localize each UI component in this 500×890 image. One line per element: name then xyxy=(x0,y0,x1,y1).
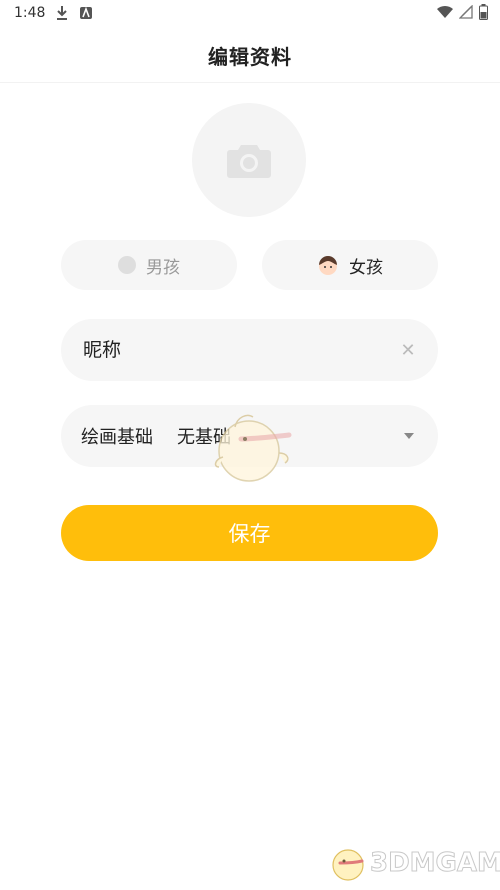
mascot-watermark-icon xyxy=(214,414,292,482)
girl-avatar-icon xyxy=(319,256,337,275)
battery-icon xyxy=(479,4,488,20)
clear-icon[interactable]: ✕ xyxy=(398,340,418,361)
dropdown-icon[interactable] xyxy=(404,433,414,439)
status-time: 1:48 xyxy=(14,5,46,21)
download-icon xyxy=(57,6,67,20)
page-title: 编辑资料 xyxy=(208,44,292,69)
gender-boy-label: 男孩 xyxy=(146,257,180,278)
signal-icon xyxy=(459,5,473,19)
header: 编辑资料 xyxy=(0,28,500,83)
app-notification-icon xyxy=(80,6,92,19)
wifi-icon xyxy=(437,5,453,19)
nickname-field: ✕ xyxy=(61,319,438,381)
watermark: 3DMGAME xyxy=(330,843,500,883)
camera-icon xyxy=(227,145,271,178)
save-button[interactable]: 保存 xyxy=(61,505,438,561)
drawing-basis-label: 绘画基础 xyxy=(81,427,153,448)
boy-avatar-icon xyxy=(118,256,136,274)
gender-girl-button[interactable]: 女孩 xyxy=(262,240,438,290)
gender-girl-label: 女孩 xyxy=(349,257,383,278)
status-bar: 1:48 xyxy=(0,0,500,28)
status-icons xyxy=(437,4,488,20)
watermark-logo-icon xyxy=(332,849,364,881)
gender-boy-button[interactable]: 男孩 xyxy=(61,240,237,290)
watermark-text: 3DMGAME xyxy=(370,848,500,879)
nickname-input[interactable] xyxy=(81,338,398,362)
avatar-upload[interactable] xyxy=(192,103,306,217)
